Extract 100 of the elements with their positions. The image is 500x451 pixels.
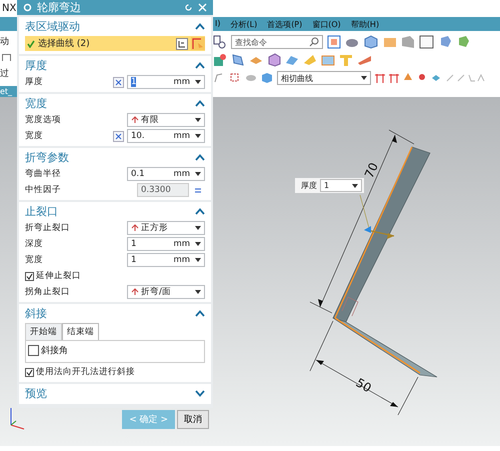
- search-field[interactable]: 查找命令: [231, 35, 323, 49]
- caret-icon: [195, 226, 201, 230]
- checkbox[interactable]: [28, 345, 39, 356]
- snap-icon[interactable]: [389, 72, 399, 84]
- value-field[interactable]: 0.1 mm: [127, 167, 205, 181]
- cube-icon[interactable]: [261, 72, 273, 84]
- window-icon[interactable]: [419, 35, 435, 49]
- caret-icon: [195, 290, 201, 294]
- close-icon[interactable]: [198, 3, 207, 12]
- cube-icon[interactable]: [267, 53, 281, 67]
- window-title: NX: [2, 3, 16, 14]
- caret-icon: [352, 184, 358, 188]
- section-title[interactable]: 宽度: [25, 96, 47, 111]
- value-field[interactable]: 1 mm: [127, 253, 205, 267]
- tab[interactable]: 开始端: [25, 323, 62, 340]
- checkbox[interactable]: [25, 272, 34, 280]
- caret-icon: [195, 118, 201, 122]
- section-title[interactable]: 表区域驱动: [25, 19, 80, 34]
- option-icon: [131, 288, 139, 296]
- option-dropdown[interactable]: 有限: [127, 113, 205, 127]
- dimension-value[interactable]: 50: [354, 375, 374, 396]
- caret-icon: [195, 172, 201, 176]
- cube-icon[interactable]: [363, 35, 379, 49]
- caret-icon: [195, 80, 201, 84]
- mode-label[interactable]: 动: [0, 35, 17, 48]
- wedge-icon[interactable]: [357, 53, 373, 67]
- filter-label: 过: [0, 68, 10, 80]
- chevron-up-icon[interactable]: [195, 154, 205, 161]
- search-icon[interactable]: [309, 37, 319, 47]
- bend-icon[interactable]: [285, 53, 299, 67]
- field-label: 宽度选项: [25, 114, 62, 126]
- chevron-up-icon[interactable]: [195, 310, 205, 317]
- menu-item[interactable]: I): [215, 18, 220, 30]
- menu-item[interactable]: 窗口(O): [312, 18, 341, 30]
- reset-icon[interactable]: [184, 3, 193, 12]
- field-label: 弯曲半径: [25, 168, 62, 180]
- chevron-up-icon[interactable]: [195, 62, 205, 69]
- option-icon: [131, 224, 139, 232]
- snap-icons-drawing: [445, 72, 485, 84]
- selection-label: 选择曲线 (2): [38, 38, 91, 50]
- value-field[interactable]: 1 mm: [127, 237, 205, 251]
- settings-icon[interactable]: [213, 35, 227, 49]
- menu-item[interactable]: 首选项(P): [267, 18, 302, 30]
- field-label: 宽度: [25, 254, 44, 266]
- field-label: 宽度: [25, 130, 44, 142]
- checkbox-label[interactable]: 延伸止裂口: [36, 270, 81, 282]
- chevron-up-icon[interactable]: [195, 208, 205, 215]
- field-label: 深度: [25, 238, 44, 250]
- value-field[interactable]: 10. mm: [127, 129, 205, 143]
- option-dropdown[interactable]: 折弯/面: [127, 285, 205, 299]
- formula-icon[interactable]: [113, 130, 124, 142]
- thickness-label: 厚度: [301, 180, 317, 191]
- direction-arrow[interactable]: [364, 226, 394, 239]
- menu-item[interactable]: 帮助(H): [350, 18, 380, 30]
- plane-icon[interactable]: [231, 53, 245, 67]
- selection-row[interactable]: 选择曲线 (2): [25, 36, 205, 51]
- dimension-value[interactable]: 70: [362, 160, 381, 180]
- option-dropdown[interactable]: 正方形: [127, 221, 205, 235]
- check-icon: [27, 40, 35, 48]
- menu-item[interactable]: 分析(L): [230, 18, 258, 30]
- checkbox[interactable]: [25, 368, 34, 376]
- caret-icon: [195, 134, 201, 138]
- chevron-down-icon[interactable]: [195, 390, 205, 397]
- chevron-up-icon[interactable]: [195, 23, 205, 30]
- snap-icon[interactable]: [375, 72, 385, 84]
- formula-icon[interactable]: [113, 76, 124, 88]
- snap-icon[interactable]: [431, 72, 441, 84]
- caret-icon: [361, 76, 367, 80]
- dialog-title: 轮廓弯边: [37, 0, 82, 15]
- sheet-icon[interactable]: [401, 35, 415, 49]
- select-icon[interactable]: [229, 72, 241, 84]
- field-label: 折弯止裂口: [25, 222, 71, 234]
- section-title[interactable]: 折弯参数: [25, 150, 69, 165]
- curve-rule-dropdown[interactable]: 相切曲线: [277, 71, 371, 85]
- section-title[interactable]: 斜接: [25, 306, 47, 321]
- curve-list-icon[interactable]: [176, 38, 188, 50]
- leader-line: [360, 194, 370, 228]
- field-label: 中性因子: [25, 184, 62, 196]
- value-field[interactable]: 1 mm: [127, 75, 205, 89]
- sketch-icon[interactable]: [213, 53, 227, 67]
- cancel-button[interactable]: 取消: [177, 410, 209, 429]
- grid-icon[interactable]: [327, 35, 341, 49]
- view-icon[interactable]: [439, 35, 453, 49]
- chevron-up-icon[interactable]: [195, 100, 205, 107]
- curve-icon[interactable]: [213, 72, 225, 84]
- field-label: 厚度: [25, 76, 44, 88]
- thickness-field[interactable]: 1: [320, 179, 362, 192]
- option-icon: [131, 116, 139, 124]
- section-title[interactable]: 止裂口: [25, 204, 58, 219]
- section-title[interactable]: 预览: [25, 386, 47, 401]
- field-label: 拐角止裂口: [25, 286, 71, 298]
- caret-icon: [195, 242, 201, 246]
- caret-icon: [195, 258, 201, 262]
- bend-corner-drawing: [342, 296, 358, 316]
- checkbox-label[interactable]: 斜接角: [41, 344, 68, 357]
- tab[interactable]: 结束端: [62, 323, 99, 340]
- section-title[interactable]: 厚度: [25, 58, 47, 73]
- checkbox-label[interactable]: 使用法向开孔法进行斜接: [36, 366, 135, 378]
- readonly-field: 0.3300: [137, 183, 189, 197]
- view-icon[interactable]: [457, 35, 471, 49]
